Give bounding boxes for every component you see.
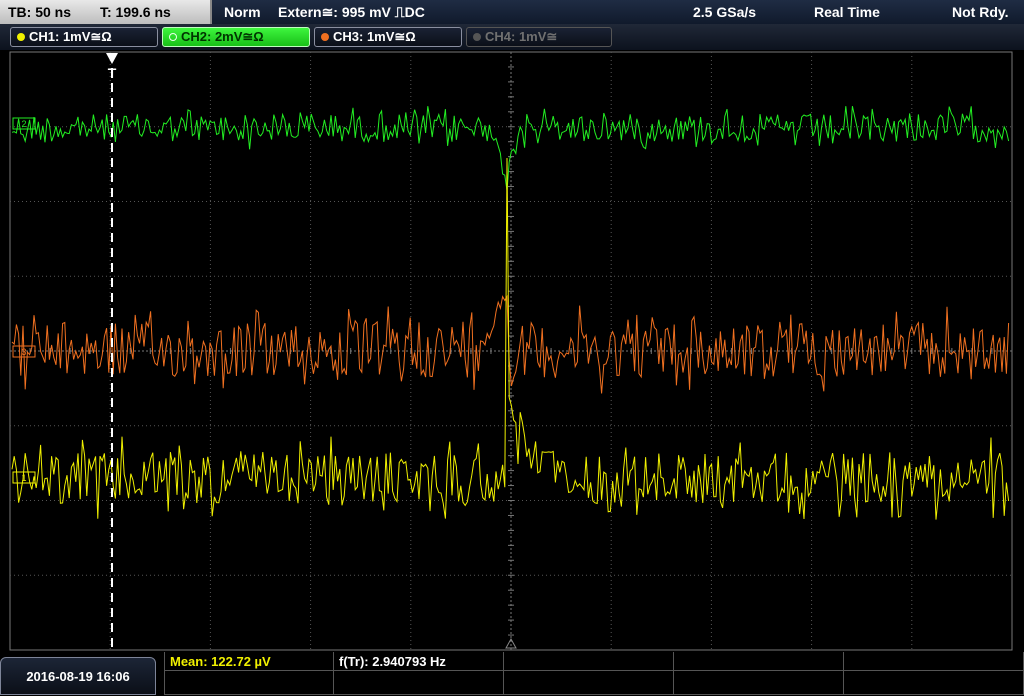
measurement-panel[interactable]: Mean: 122.72 µV f(Tr): 2.940793 Hz: [164, 652, 1024, 695]
bottom-bar: 2016-08-19 16:06 Mean: 122.72 µV f(Tr): …: [0, 652, 1024, 695]
measurement-cell-empty: [504, 652, 674, 671]
frequency-measurement: f(Tr): 2.940793 Hz: [339, 654, 446, 669]
channel-4-label: CH4: 1mV≅: [485, 29, 558, 44]
datetime-box[interactable]: 2016-08-19 16:06: [0, 657, 156, 695]
measurement-cell-empty: [504, 671, 674, 695]
measurement-cell-empty: [844, 671, 1024, 695]
measurement-cell-empty: [674, 652, 844, 671]
channel-3-ref-label: 3: [21, 347, 26, 357]
measurement-cell-empty: [164, 671, 334, 695]
measurement-cell-empty: [674, 671, 844, 695]
waveform-display[interactable]: T 2 3 1: [0, 50, 1024, 652]
channel-2-label: CH2: 2mV≅Ω: [181, 29, 264, 44]
trigger-time-value: T: 199.6 ns: [100, 4, 171, 20]
acquisition-status: Not Rdy.: [952, 4, 1009, 20]
acquisition-mode[interactable]: Real Time: [814, 0, 880, 24]
measurement-cell-freq: f(Tr): 2.940793 Hz: [334, 652, 504, 671]
mean-measurement: Mean: 122.72 µV: [170, 654, 271, 669]
channel-1-color-dot: [17, 33, 25, 41]
channel-4-color-dot: [473, 33, 481, 41]
channel-1-button[interactable]: CH1: 1mV≅Ω: [10, 27, 158, 47]
timebase-value: TB: 50 ns: [8, 4, 72, 20]
datetime-text: 2016-08-19 16:06: [26, 669, 130, 684]
channel-1-label: CH1: 1mV≅Ω: [29, 29, 112, 44]
channel-1-ref-label: 1: [21, 473, 26, 483]
channel-3-button[interactable]: CH3: 1mV≅Ω: [314, 27, 462, 47]
channel-2-ref-label: 2: [21, 119, 26, 129]
trigger-source[interactable]: Extern≅: 995 mV ⎍DC: [278, 0, 425, 24]
timebase-box[interactable]: TB: 50 ns T: 199.6 ns: [0, 0, 212, 24]
status-bar: TB: 50 ns T: 199.6 ns Norm Extern≅: 995 …: [0, 0, 1024, 24]
channel-2-button[interactable]: CH2: 2mV≅Ω: [162, 27, 310, 47]
channel-2-color-dot: [169, 33, 177, 41]
measurement-cell-empty: [334, 671, 504, 695]
channel-3-label: CH3: 1mV≅Ω: [333, 29, 416, 44]
trigger-mode[interactable]: Norm: [224, 0, 261, 24]
measurement-cell-mean: Mean: 122.72 µV: [164, 652, 334, 671]
sample-rate: 2.5 GSa/s: [693, 4, 757, 20]
channel-strip: CH1: 1mV≅Ω CH2: 2mV≅Ω CH3: 1mV≅Ω CH4: 1m…: [0, 24, 1024, 50]
channel-4-button[interactable]: CH4: 1mV≅: [466, 27, 612, 47]
trigger-marker-label: T: [108, 65, 117, 81]
channel-3-color-dot: [321, 33, 329, 41]
measurement-cell-empty: [844, 652, 1024, 671]
